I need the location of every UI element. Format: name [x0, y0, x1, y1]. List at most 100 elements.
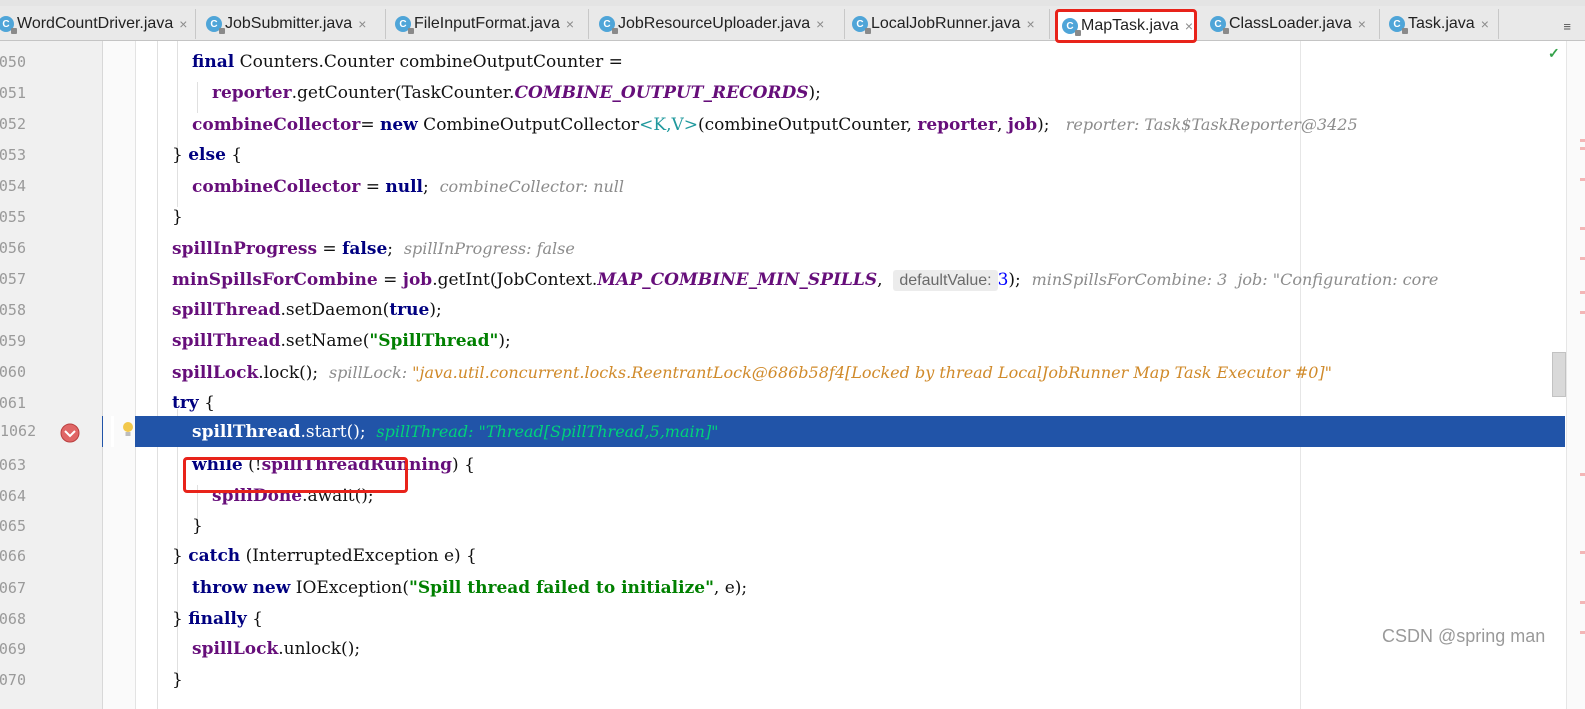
code-line[interactable]: 1068 } finally {	[0, 604, 1565, 635]
code-line[interactable]: 1066 } catch (InterruptedException e) {	[0, 541, 1565, 572]
code-text: .setName(	[280, 331, 370, 351]
tab-localjobrunner[interactable]: C LocalJobRunner.java ×	[848, 9, 1050, 39]
code-text: .getInt(JobContext.	[432, 270, 598, 290]
tab-classloader[interactable]: C ClassLoader.java ×	[1206, 9, 1380, 39]
error-stripe-mark[interactable]	[1580, 601, 1585, 604]
tab-label: JobResourceUploader.java	[618, 15, 811, 32]
code-line[interactable]: 1056 spillInProgress = false; spillInPro…	[0, 233, 1565, 264]
line-number: 1056	[0, 239, 26, 257]
code-text: }	[172, 670, 183, 690]
tab-maptask[interactable]: C MapTask.java ×	[1055, 9, 1197, 43]
code-line[interactable]: 1051 reporter.getCounter(TaskCounter.COM…	[0, 78, 1565, 109]
error-stripe-mark[interactable]	[1580, 311, 1585, 314]
code-text: {	[198, 393, 215, 413]
tab-wordcountdriver[interactable]: C WordCountDriver.java ×	[0, 9, 196, 39]
code-editor[interactable]: 1050 final Counters.Counter combineOutpu…	[0, 41, 1585, 709]
close-icon[interactable]: ×	[566, 16, 574, 32]
code-text: (InterruptedException e) {	[240, 546, 477, 566]
close-icon[interactable]: ×	[179, 16, 187, 32]
parameter-hint: defaultValue:	[893, 270, 998, 291]
line-number: 1063	[0, 456, 26, 474]
error-stripe-mark[interactable]	[1580, 473, 1585, 476]
code-line[interactable]: 1070 }	[0, 665, 1565, 696]
tab-task[interactable]: C Task.java ×	[1385, 9, 1499, 39]
code-line[interactable]: 1053 } else {	[0, 140, 1565, 171]
tab-label: JobSubmitter.java	[225, 15, 353, 32]
debug-inline-value: reporter: Task$TaskReporter@3425	[1065, 115, 1358, 134]
field-ref: job	[402, 270, 433, 290]
error-stripe-mark[interactable]	[1580, 291, 1585, 294]
code-text: (combineOutputCounter,	[698, 115, 918, 135]
code-line[interactable]: 1057 minSpillsForCombine = job.getInt(Jo…	[0, 264, 1565, 295]
code-line[interactable]: 1060 spillLock.lock(); spillLock: "java.…	[0, 357, 1565, 388]
field-ref: spillInProgress	[172, 239, 318, 259]
constant-ref: MAP_COMBINE_MIN_SPILLS	[597, 270, 878, 290]
error-stripe-mark[interactable]	[1580, 139, 1585, 142]
breakpoint-check-icon[interactable]	[59, 423, 81, 443]
code-text: .getCounter(TaskCounter.	[291, 83, 515, 103]
close-icon[interactable]: ×	[1026, 16, 1034, 32]
field-ref: minSpillsForCombine	[172, 270, 378, 290]
class-icon: C	[852, 16, 871, 34]
tab-label: FileInputFormat.java	[414, 15, 560, 32]
code-text: }	[172, 546, 189, 566]
execution-caret	[111, 416, 114, 447]
error-stripe-mark[interactable]	[1580, 227, 1585, 230]
tab-label: MapTask.java	[1081, 17, 1179, 34]
error-stripe-mark[interactable]	[1580, 631, 1585, 634]
code-line[interactable]: 1058 spillThread.setDaemon(true);	[0, 295, 1565, 326]
code-text: {	[246, 609, 263, 629]
tab-jobresourceuploader[interactable]: C JobResourceUploader.java ×	[595, 9, 845, 39]
code-line[interactable]: 1052 combineCollector= new CombineOutput…	[0, 109, 1565, 140]
field-ref: combineCollector	[192, 177, 361, 197]
error-stripe-mark[interactable]	[1580, 147, 1585, 150]
code-text: );	[1008, 270, 1021, 290]
code-line[interactable]: 1055 }	[0, 202, 1565, 233]
error-stripe-mark[interactable]	[1580, 178, 1585, 181]
check-icon[interactable]: ✓	[1548, 45, 1560, 62]
close-icon[interactable]: ×	[358, 16, 366, 32]
close-icon[interactable]: ×	[1358, 16, 1366, 32]
code-line[interactable]: 1050 final Counters.Counter combineOutpu…	[0, 47, 1565, 78]
keyword: false	[342, 239, 388, 259]
field-ref: spillLock	[172, 363, 259, 383]
line-number: 1051	[0, 84, 26, 102]
tab-jobsubmitter[interactable]: C JobSubmitter.java ×	[202, 9, 386, 39]
close-icon[interactable]: ×	[816, 16, 824, 32]
code-line[interactable]: 1061 try {	[0, 388, 1565, 419]
constant-ref: COMBINE_OUTPUT_RECORDS	[514, 83, 809, 103]
close-icon[interactable]: ×	[1481, 16, 1489, 32]
number-literal: 3	[997, 270, 1009, 290]
code-line[interactable]: 1067 throw new IOException("Spill thread…	[0, 573, 1565, 604]
line-number: 1055	[0, 208, 26, 226]
class-icon: C	[0, 16, 17, 34]
code-line[interactable]: 1054 combineCollector = null; combineCol…	[0, 171, 1565, 202]
class-icon: C	[1062, 18, 1081, 36]
editor-tab-bar: C WordCountDriver.java × C JobSubmitter.…	[0, 6, 1585, 43]
error-stripe-mark[interactable]	[1580, 551, 1585, 554]
line-number: 1054	[0, 177, 26, 195]
scrollbar-thumb[interactable]	[1552, 352, 1566, 397]
code-text: CombineOutputCollector	[417, 115, 640, 135]
line-number: 1052	[0, 115, 26, 133]
field-ref: spillThread	[172, 300, 281, 320]
field-ref: job	[1007, 115, 1038, 135]
lightbulb-icon[interactable]	[121, 421, 135, 439]
watermark: CSDN @spring man	[1382, 626, 1546, 646]
line-number: 1057	[0, 270, 26, 288]
close-icon[interactable]: ×	[1185, 18, 1193, 34]
code-line[interactable]: 1059 spillThread.setName("SpillThread");	[0, 326, 1565, 357]
line-number: 1062	[0, 416, 102, 447]
error-stripe-mark[interactable]	[1580, 257, 1585, 260]
tab-label: WordCountDriver.java	[17, 15, 174, 32]
line-number: 1068	[0, 610, 26, 628]
current-execution-line[interactable]: 1062 spillThread.start(); spillThread: "…	[0, 416, 1565, 447]
code-line[interactable]: 1069 spillLock.unlock();	[0, 634, 1565, 665]
line-number: 1064	[0, 487, 26, 505]
line-number: 1060	[0, 363, 26, 381]
tab-list-menu-icon[interactable]: ≡	[1563, 19, 1571, 34]
code-text: .lock();	[258, 363, 319, 383]
code-line[interactable]: 1065 }	[0, 511, 1565, 542]
tab-label: LocalJobRunner.java	[871, 15, 1021, 32]
tab-fileinputformat[interactable]: C FileInputFormat.java ×	[391, 9, 589, 39]
